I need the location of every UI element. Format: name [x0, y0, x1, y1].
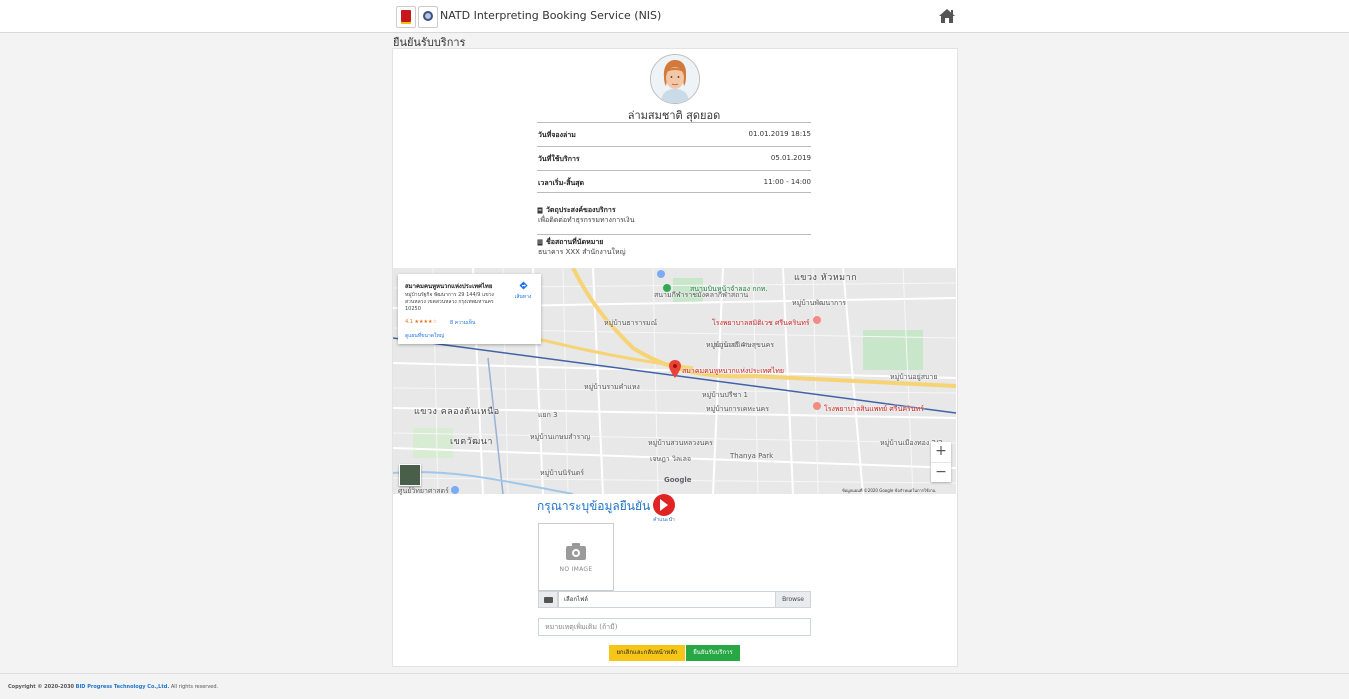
- youtube-play-icon[interactable]: [653, 494, 675, 516]
- detail-row-booking-date: วันที่จองล่าม 01.01.2019 18:15: [537, 122, 811, 145]
- map-label: หมู่บ้านธารารมณ์: [604, 319, 658, 327]
- map-label: เขตวัฒนา: [450, 437, 493, 447]
- no-image-label: NO IMAGE: [559, 566, 593, 573]
- map-label: ศูนย์วิทยาศาสตร์: [398, 487, 449, 495]
- map-label: โรงพยาบาลสินแพทย์ ศรีนครินทร์: [824, 405, 924, 413]
- map-label: หมู่บ้านปรีชา 1: [702, 391, 748, 399]
- directions-icon: [519, 281, 527, 290]
- natd-logo: [418, 6, 438, 28]
- detail-label: วันที่ใช้บริการ: [538, 155, 580, 163]
- file-input[interactable]: เลือกไฟล์: [558, 591, 776, 608]
- browse-button[interactable]: Browse: [775, 591, 811, 608]
- cancel-button[interactable]: ยกเลิกและกลับหน้าหลัก: [609, 645, 685, 661]
- video-guide-label[interactable]: คำแนะนำ: [646, 516, 682, 524]
- map-label: หมู่บ้านเกษมสำราญ: [530, 433, 591, 441]
- camera-icon: [538, 591, 558, 608]
- google-watermark: Google: [664, 476, 692, 484]
- map-label: โรงพยาบาลสมิติเวช ศรีนครินทร์: [712, 319, 810, 327]
- detail-value: 05.01.2019: [770, 154, 811, 162]
- detail-value: 01.01.2019 18:15: [748, 130, 811, 138]
- map-label: หมู่บ้านเสรี 4: [706, 341, 746, 349]
- map-label: หมู่บ้านอยู่สบาย: [890, 373, 938, 381]
- map-label: Thanya Park: [730, 452, 774, 460]
- map-label: หมู่บ้านพัฒนาการ: [792, 299, 846, 307]
- zoom-out-button[interactable]: −: [931, 462, 951, 483]
- top-navbar: NATD Interpreting Booking Service (NIS): [0, 0, 1349, 33]
- home-icon[interactable]: [938, 8, 956, 24]
- thai-emblem-logo: [396, 6, 416, 28]
- confirm-title: กรุณาระบุข้อมูลยืนยัน: [537, 499, 651, 513]
- detail-label: เวลาเริ่ม-สิ้นสุด: [538, 179, 585, 187]
- app-title: NATD Interpreting Booking Service (NIS): [440, 9, 662, 22]
- document-icon: [537, 207, 543, 214]
- detail-row-time: เวลาเริ่ม-สิ้นสุด 11:00 - 14:00: [537, 170, 811, 193]
- map-label: หมู่บ้านสวนหลวงนคร: [648, 439, 713, 447]
- place-address: หมู่บ้านรัฐกิจ พัฒนาการ 29 144/9 แขวงสวน…: [405, 292, 494, 312]
- map-place-card: สมาคมคนหูหนวกแห่งประเทศไทย หมู่บ้านรัฐกิ…: [398, 274, 541, 344]
- place-rating: 4.1 ★★★★☆: [405, 319, 437, 325]
- footer-company-link[interactable]: BID Progress Technology Co.,Ltd.: [76, 684, 170, 690]
- detail-divider: [537, 234, 811, 236]
- map-label: หมู่บ้านนิรันดร์: [540, 469, 585, 477]
- purpose-value: เพื่อติดต่อทำธุรกรรมทางการเงิน: [538, 216, 635, 224]
- map-label: หมู่บ้านรามคำแหง: [584, 383, 640, 391]
- camera-icon: [566, 543, 586, 560]
- interpreter-avatar: [650, 54, 700, 104]
- map-label: แยก 3: [538, 411, 558, 419]
- file-upload: เลือกไฟล์ Browse: [538, 591, 811, 608]
- remark-input[interactable]: หมายเหตุเพิ่มเติม (ถ้ามี): [538, 618, 811, 636]
- zoom-in-button[interactable]: +: [931, 442, 951, 462]
- footer-divider: [0, 673, 1349, 674]
- place-reviews-link[interactable]: 8 ความเห็น: [450, 319, 475, 327]
- map-zoom-control: + −: [931, 442, 951, 482]
- map-attribution[interactable]: ข้อมูลแผนที่ ©2020 Google ข้อกำหนดในการใ…: [842, 487, 936, 494]
- confirm-button[interactable]: ยืนยันรับบริการ: [686, 645, 740, 661]
- map-label: แขวง หัวหมาก: [794, 273, 858, 283]
- image-preview: NO IMAGE: [538, 523, 614, 591]
- place-name: สมาคมคนหูหนวกแห่งประเทศไทย: [405, 283, 493, 290]
- footer: Copyright © 2020-2030 BID Progress Techn…: [8, 684, 218, 690]
- location-value: ธนาคาร XXX สำนักงานใหญ่: [538, 248, 626, 256]
- larger-map-link[interactable]: ดูแผนที่ขนาดใหญ่: [405, 332, 444, 340]
- map-label: สนามบินหน้าจำลอง กกท.: [690, 285, 768, 293]
- directions-button[interactable]: เส้นทาง: [511, 281, 535, 301]
- footer-rights: All rights reserved.: [170, 684, 219, 690]
- detail-divider: [537, 192, 811, 194]
- directions-label: เส้นทาง: [514, 294, 532, 300]
- detail-row-service-date: วันที่ใช้บริการ 05.01.2019: [537, 146, 811, 169]
- satellite-toggle[interactable]: [399, 464, 421, 486]
- footer-copyright: Copyright © 2020-2030: [8, 684, 75, 690]
- map-label: แขวง คลองตันเหนือ: [414, 407, 500, 417]
- map-label: หมู่บ้านการเคหะนคร: [706, 405, 769, 413]
- map-label: เจษฎา วิลเลจ: [650, 455, 691, 463]
- detail-value: 11:00 - 14:00: [763, 178, 811, 186]
- map-label: สมาคมคนหูหนวกแห่งประเทศไทย: [682, 367, 784, 375]
- detail-label: วันที่จองล่าม: [538, 131, 576, 139]
- building-icon: [537, 239, 543, 246]
